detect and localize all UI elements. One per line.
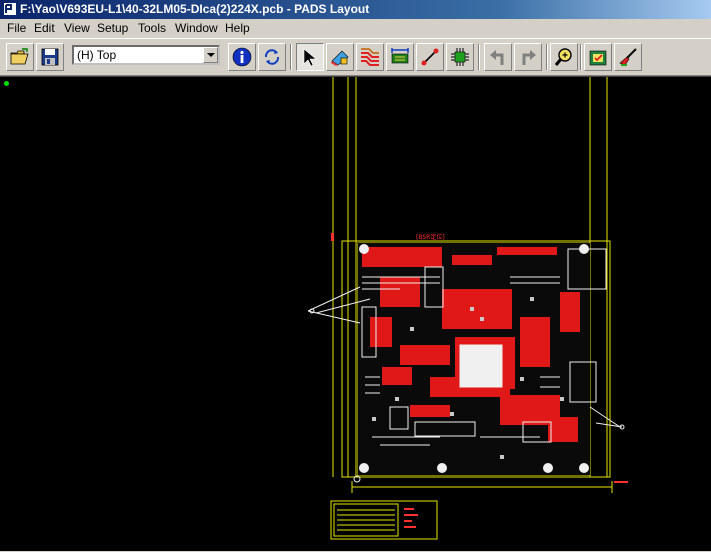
menu-edit[interactable]: Edit [33,21,56,36]
chevron-down-icon[interactable] [203,47,218,63]
drafting-toolbar-button[interactable] [326,43,354,71]
save-button[interactable] [36,43,64,71]
menu-help[interactable]: Help [224,21,251,36]
info-icon [232,47,252,67]
toolbar-separator [290,44,292,70]
dimensioning-button[interactable] [386,43,414,71]
toolbar-separator [478,44,480,70]
menu-tools[interactable]: Tools [137,21,167,36]
layer-select[interactable]: (H) Top [72,45,220,65]
undo-button[interactable] [484,43,512,71]
menu-window[interactable]: Window [174,21,219,36]
route-design-icon [361,48,379,66]
zoom-button[interactable] [550,43,578,71]
verify-design-button[interactable] [584,43,612,71]
dimension-icon [391,48,409,64]
pads-app-icon [4,3,16,15]
menu-bar: File Edit View Setup Tools Window Help [0,19,711,38]
bga-icon [451,48,469,66]
pcb-canvas[interactable]: [BSR定位] [0,76,711,551]
layer-select-value: (H) Top [77,48,117,62]
bga-button[interactable] [446,43,474,71]
eco-brush-icon [619,48,637,66]
window-title: F:\Yao\V693EU-L1\40-32LM05-DIca(2)224X.p… [20,2,370,16]
open-folder-icon [10,48,29,65]
toolbar-separator [580,44,582,70]
ecd-button[interactable] [416,43,444,71]
menu-file[interactable]: File [6,21,27,36]
redraw-button[interactable] [258,43,286,71]
select-button[interactable] [296,43,324,71]
info-button[interactable] [228,43,256,71]
zoom-icon [554,48,572,66]
title-bar: F:\Yao\V693EU-L1\40-32LM05-DIca(2)224X.p… [0,0,711,19]
toolbar-separator [546,44,548,70]
eco-button[interactable] [614,43,642,71]
verify-design-icon [589,50,607,66]
redo-icon [522,50,536,65]
board-title-label: [BSR定位] [416,233,445,241]
drafting-toolbox-icon [331,50,349,66]
pointer-arrow-icon [303,48,317,67]
ecd-wire-icon [421,48,439,66]
redraw-icon [264,49,280,65]
toolbar: (H) Top [0,38,711,76]
design-toolbar-button[interactable] [356,43,384,71]
menu-setup[interactable]: Setup [96,21,129,36]
menu-view[interactable]: View [63,21,91,36]
pcb-board-drawing: [BSR定位] [307,77,628,540]
undo-icon [490,50,504,65]
open-button[interactable] [6,43,34,71]
floppy-disk-icon [41,48,59,66]
redo-button[interactable] [514,43,542,71]
